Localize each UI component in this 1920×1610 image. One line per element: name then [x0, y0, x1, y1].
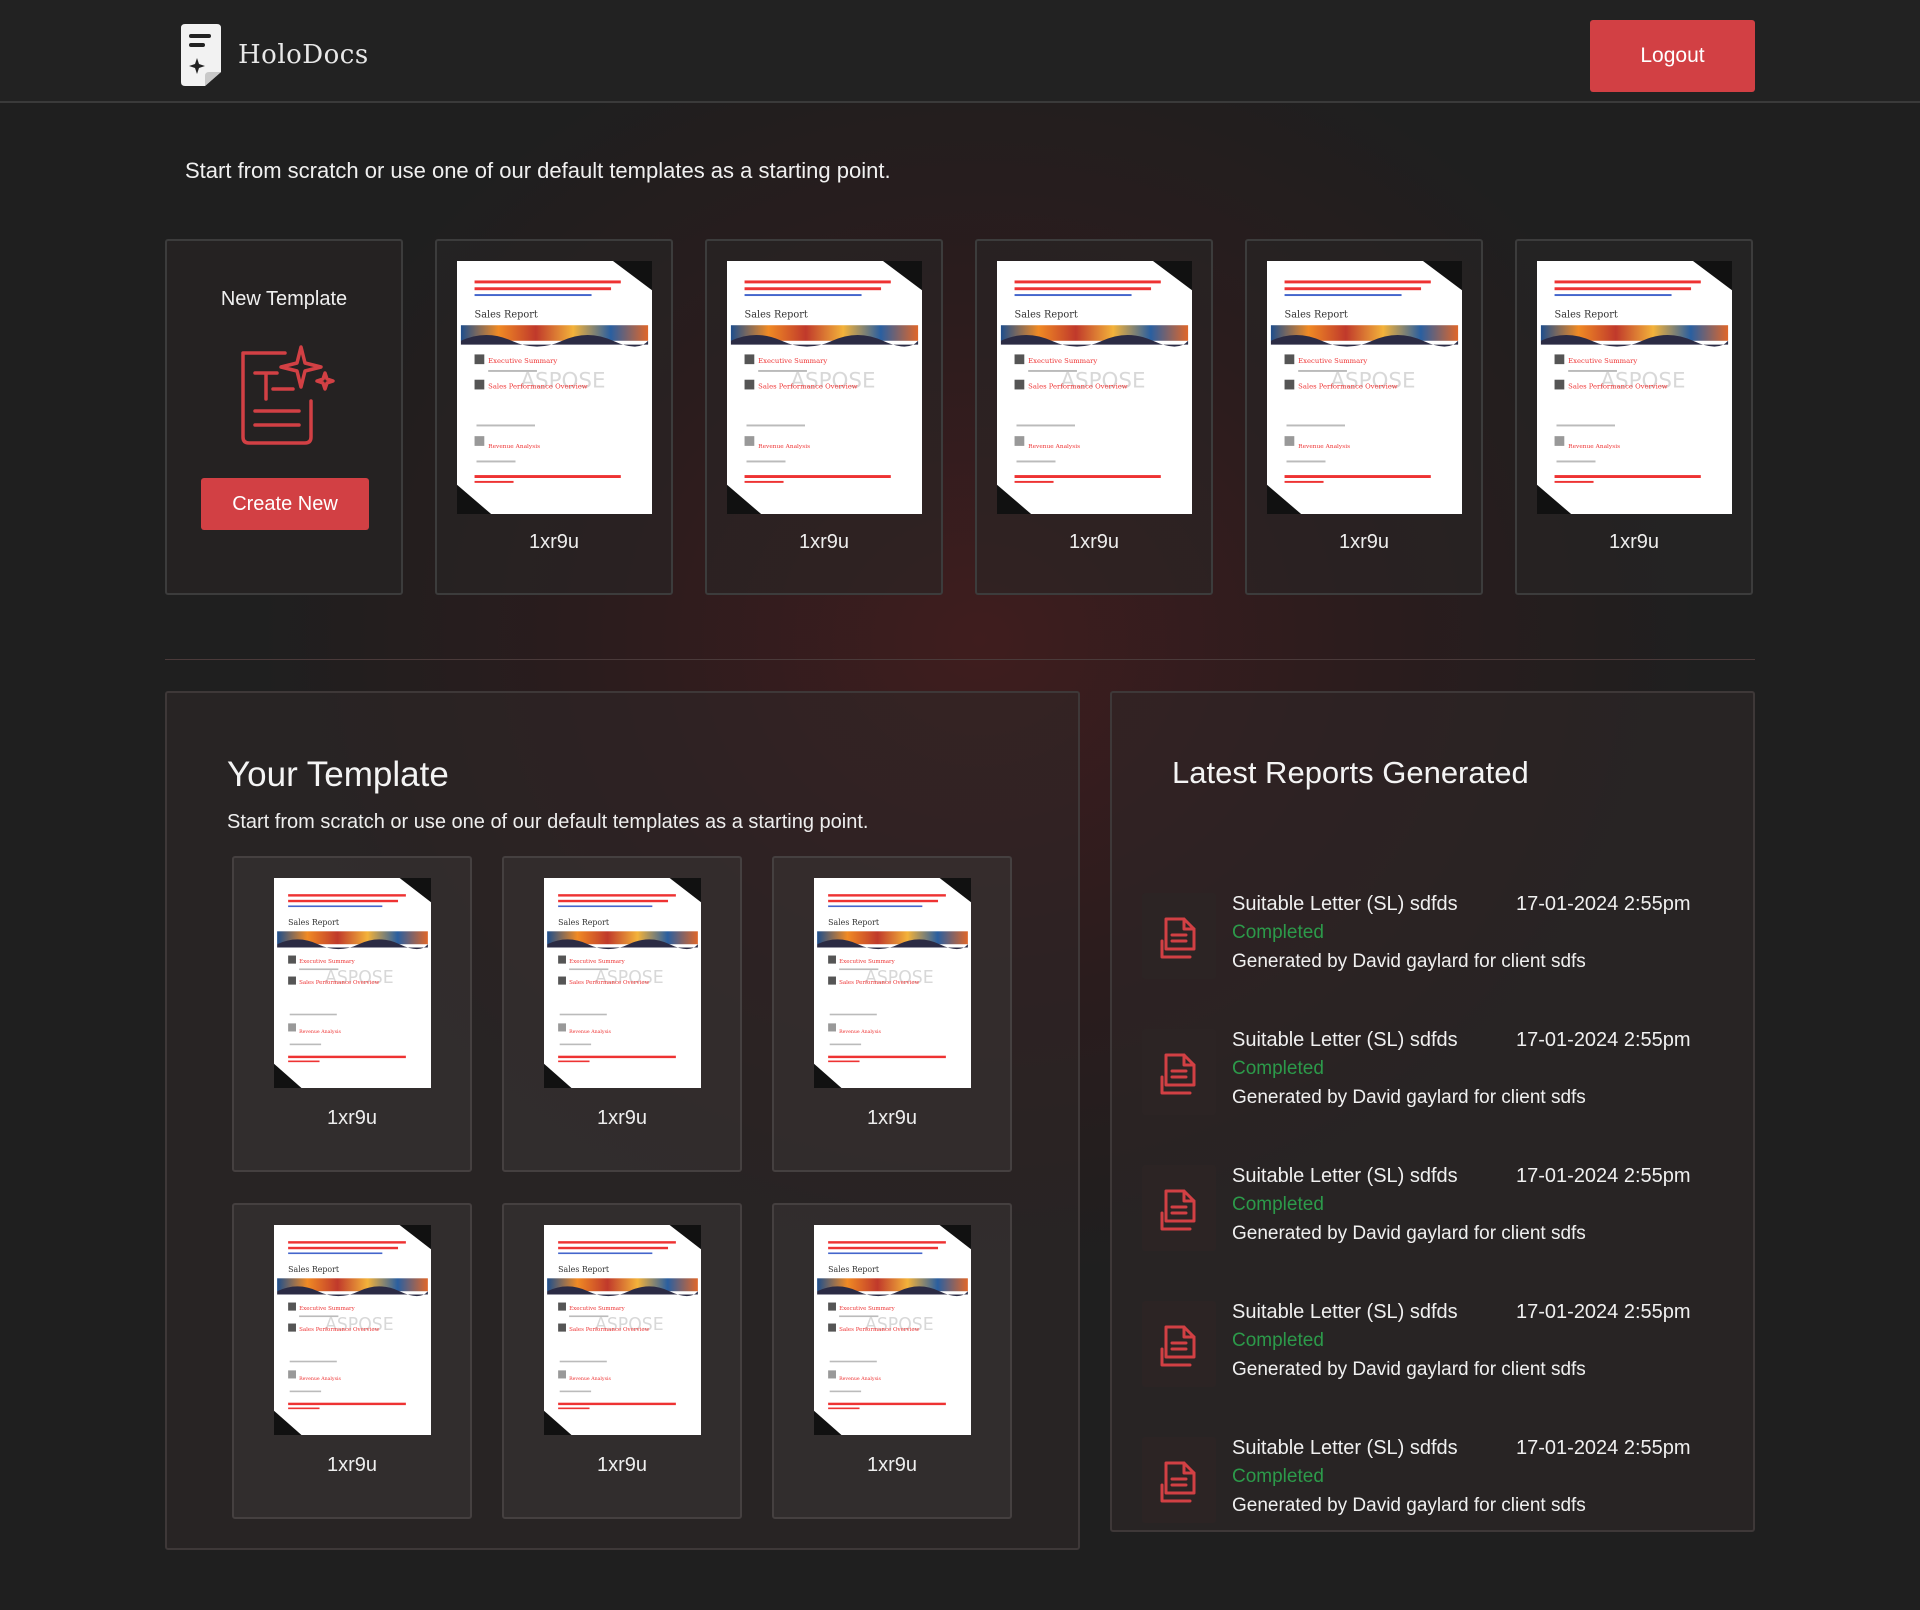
report-status: Completed [1232, 1466, 1324, 1487]
report-date: 17-01-2024 2:55pm [1516, 1165, 1691, 1187]
template-thumbnail[interactable] [274, 1225, 431, 1435]
report-name: Suitable Letter (SL) sdfds [1232, 1437, 1458, 1459]
your-template-card[interactable]: 1xr9u [772, 856, 1012, 1172]
report-item[interactable]: Suitable Letter (SL) sdfds 17-01-2024 2:5… [1112, 1165, 1753, 1275]
template-name: 1xr9u [528, 531, 580, 553]
your-template-card[interactable]: 1xr9u [502, 856, 742, 1172]
template-thumbnail[interactable] [457, 261, 652, 514]
report-name: Suitable Letter (SL) sdfds [1232, 1165, 1458, 1187]
document-icon [1142, 1301, 1216, 1387]
report-generated-by: Generated by David gaylard for client sd… [1232, 951, 1586, 972]
template-thumbnail[interactable] [1267, 261, 1462, 514]
report-item[interactable]: Suitable Letter (SL) sdfds 17-01-2024 2:5… [1112, 1437, 1753, 1547]
report-status: Completed [1232, 1330, 1324, 1351]
report-date: 17-01-2024 2:55pm [1516, 1437, 1691, 1459]
default-template-card[interactable]: 1xr9u [975, 239, 1213, 595]
template-thumbnail[interactable] [727, 261, 922, 514]
template-name: 1xr9u [326, 1454, 378, 1476]
template-name: 1xr9u [596, 1454, 648, 1476]
template-name: 1xr9u [596, 1107, 648, 1129]
holodocs-logo-icon[interactable] [177, 22, 225, 88]
template-name: 1xr9u [326, 1107, 378, 1129]
default-template-card[interactable]: 1xr9u [1245, 239, 1483, 595]
template-thumbnail[interactable] [814, 1225, 971, 1435]
template-sparkle-icon [241, 345, 335, 445]
template-name: 1xr9u [798, 531, 850, 553]
new-template-card: New Template Create New [165, 239, 403, 595]
top-bar: HoloDocs Logout [0, 0, 1920, 103]
latest-reports-panel: Latest Reports Generated Suitable Letter… [1110, 691, 1755, 1532]
document-icon [1142, 893, 1216, 979]
report-name: Suitable Letter (SL) sdfds [1232, 1301, 1458, 1323]
brand-name: HoloDocs [238, 40, 369, 70]
document-icon [1142, 1165, 1216, 1251]
your-template-card[interactable]: 1xr9u [232, 1203, 472, 1519]
report-status: Completed [1232, 1194, 1324, 1215]
intro-text: Start from scratch or use one of our def… [185, 158, 891, 183]
template-name: 1xr9u [1338, 531, 1390, 553]
report-generated-by: Generated by David gaylard for client sd… [1232, 1495, 1586, 1516]
your-template-card[interactable]: 1xr9u [772, 1203, 1012, 1519]
latest-reports-title: Latest Reports Generated [1172, 755, 1529, 790]
template-thumbnail[interactable] [814, 878, 971, 1088]
section-divider [165, 659, 1755, 660]
default-template-card[interactable]: 1xr9u [1515, 239, 1753, 595]
template-thumbnail[interactable] [274, 878, 431, 1088]
report-generated-by: Generated by David gaylard for client sd… [1232, 1223, 1586, 1244]
new-template-title: New Template [220, 288, 348, 310]
report-name: Suitable Letter (SL) sdfds [1232, 1029, 1458, 1051]
report-date: 17-01-2024 2:55pm [1516, 1301, 1691, 1323]
template-name: 1xr9u [866, 1107, 918, 1129]
template-thumbnail[interactable] [997, 261, 1192, 514]
report-date: 17-01-2024 2:55pm [1516, 1029, 1691, 1051]
report-status: Completed [1232, 922, 1324, 943]
template-thumbnail[interactable] [1537, 261, 1732, 514]
your-template-title: Your Template [227, 755, 449, 794]
your-template-card[interactable]: 1xr9u [502, 1203, 742, 1519]
report-status: Completed [1232, 1058, 1324, 1079]
template-name: 1xr9u [1068, 531, 1120, 553]
document-icon [1142, 1029, 1216, 1115]
template-name: 1xr9u [866, 1454, 918, 1476]
template-thumbnail[interactable] [544, 878, 701, 1088]
template-thumbnail[interactable] [544, 1225, 701, 1435]
your-template-subtitle: Start from scratch or use one of our def… [227, 811, 869, 833]
default-template-card[interactable]: 1xr9u [435, 239, 673, 595]
report-generated-by: Generated by David gaylard for client sd… [1232, 1087, 1586, 1108]
report-generated-by: Generated by David gaylard for client sd… [1232, 1359, 1586, 1380]
logout-button[interactable]: Logout [1590, 20, 1755, 92]
report-item[interactable]: Suitable Letter (SL) sdfds 17-01-2024 2:5… [1112, 893, 1753, 1003]
report-date: 17-01-2024 2:55pm [1516, 893, 1691, 915]
template-name: 1xr9u [1608, 531, 1660, 553]
document-icon [1142, 1437, 1216, 1523]
create-new-button[interactable]: Create New [201, 478, 369, 530]
report-item[interactable]: Suitable Letter (SL) sdfds 17-01-2024 2:5… [1112, 1029, 1753, 1139]
default-template-card[interactable]: 1xr9u [705, 239, 943, 595]
report-name: Suitable Letter (SL) sdfds [1232, 893, 1458, 915]
report-item[interactable]: Suitable Letter (SL) sdfds 17-01-2024 2:5… [1112, 1301, 1753, 1411]
your-template-panel: Your Template Start from scratch or use … [165, 691, 1080, 1550]
your-template-card[interactable]: 1xr9u [232, 856, 472, 1172]
